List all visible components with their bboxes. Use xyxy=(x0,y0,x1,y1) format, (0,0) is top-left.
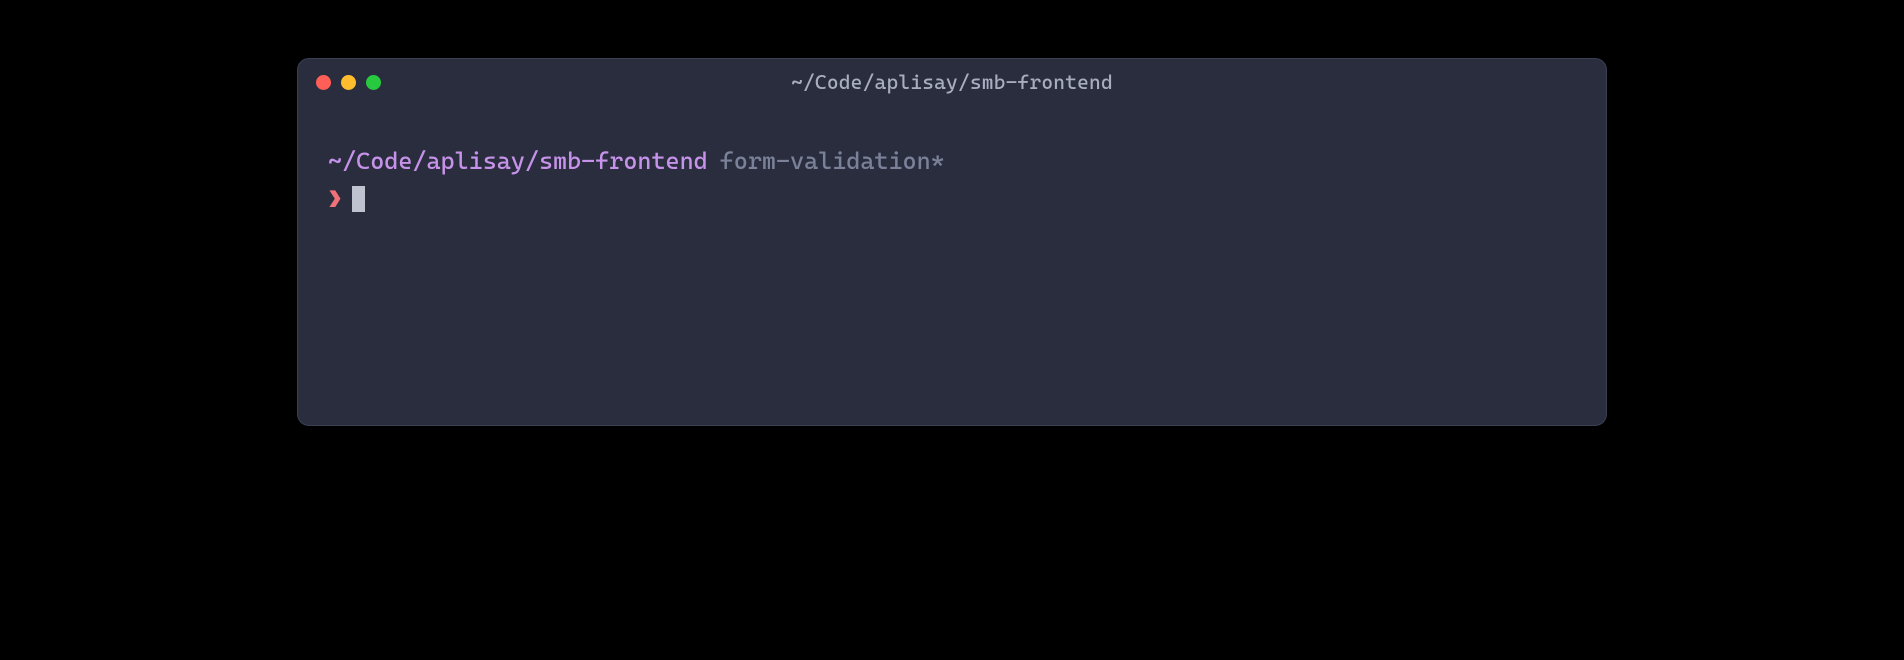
traffic-lights xyxy=(316,75,381,90)
input-line: ❯ xyxy=(328,183,1576,217)
terminal-body[interactable]: ~/Code/aplisay/smb-frontend form-validat… xyxy=(298,105,1606,236)
minimize-icon[interactable] xyxy=(341,75,356,90)
prompt-line: ~/Code/aplisay/smb-frontend form-validat… xyxy=(328,145,1576,179)
maximize-icon[interactable] xyxy=(366,75,381,90)
command-input[interactable] xyxy=(375,185,1576,213)
terminal-window: ~/Code/aplisay/smb-frontend ~/Code/aplis… xyxy=(297,58,1607,426)
cursor-icon xyxy=(352,186,365,212)
git-branch: form-validation* xyxy=(720,145,945,179)
close-icon[interactable] xyxy=(316,75,331,90)
window-title: ~/Code/aplisay/smb-frontend xyxy=(791,70,1113,94)
prompt-symbol: ❯ xyxy=(328,183,342,217)
cwd-path: ~/Code/aplisay/smb-frontend xyxy=(328,145,708,179)
titlebar[interactable]: ~/Code/aplisay/smb-frontend xyxy=(298,59,1606,105)
